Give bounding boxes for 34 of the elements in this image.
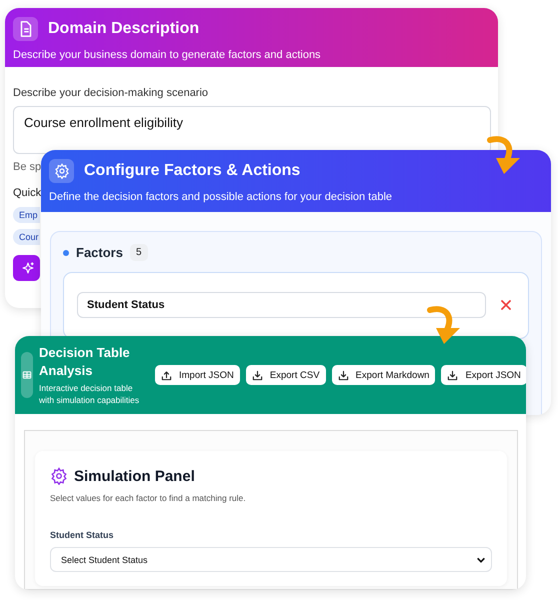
hint-text: Be sp (13, 161, 42, 173)
panel-subtitle: Select values for each factor to find a matching rule. (50, 493, 247, 503)
card-subtitle: Describe your business domain to generate factors and actions (13, 49, 322, 61)
download-icon (252, 370, 263, 380)
upload-icon (161, 370, 172, 380)
select-field[interactable]: Select Student Status (50, 547, 492, 572)
close-icon (500, 299, 512, 311)
field-label: Describe your decision-making scenario (13, 87, 208, 99)
count-badge: 5 (130, 244, 148, 261)
card-subtitle: Define the decision factors and possible actions for your decision table (49, 191, 394, 203)
suggestion-chip[interactable]: Cour (13, 229, 40, 245)
card-subtitle: Interactive decision table with simulation capabilities (39, 382, 140, 406)
export-button[interactable]: Export JSON (441, 365, 526, 385)
bullet-dot (63, 250, 69, 256)
chevron-down-icon (476, 554, 486, 564)
import-button[interactable]: Import JSON (155, 365, 240, 385)
card-title: Domain Description (48, 20, 200, 38)
card-title: Decision Table Analysis (39, 344, 131, 380)
table-icon (22, 369, 32, 381)
section-label: Quick (13, 187, 42, 199)
panel-title: Simulation Panel (74, 468, 195, 484)
gear-icon (54, 163, 70, 179)
export-button[interactable]: Export Markdown (332, 365, 436, 385)
section-title: Factors (76, 245, 123, 260)
gear-icon (50, 467, 68, 485)
download-icon (447, 370, 458, 380)
input-field[interactable]: Student Status (77, 292, 486, 318)
field-label: Student Status (50, 530, 115, 540)
suggestion-chip[interactable]: Emp (13, 207, 40, 223)
card-title: Configure Factors & Actions (84, 162, 300, 180)
generate-button[interactable] (13, 255, 40, 281)
download-icon (338, 370, 349, 380)
export-button[interactable]: Export CSV (246, 365, 326, 385)
sparkle-icon (21, 261, 35, 275)
